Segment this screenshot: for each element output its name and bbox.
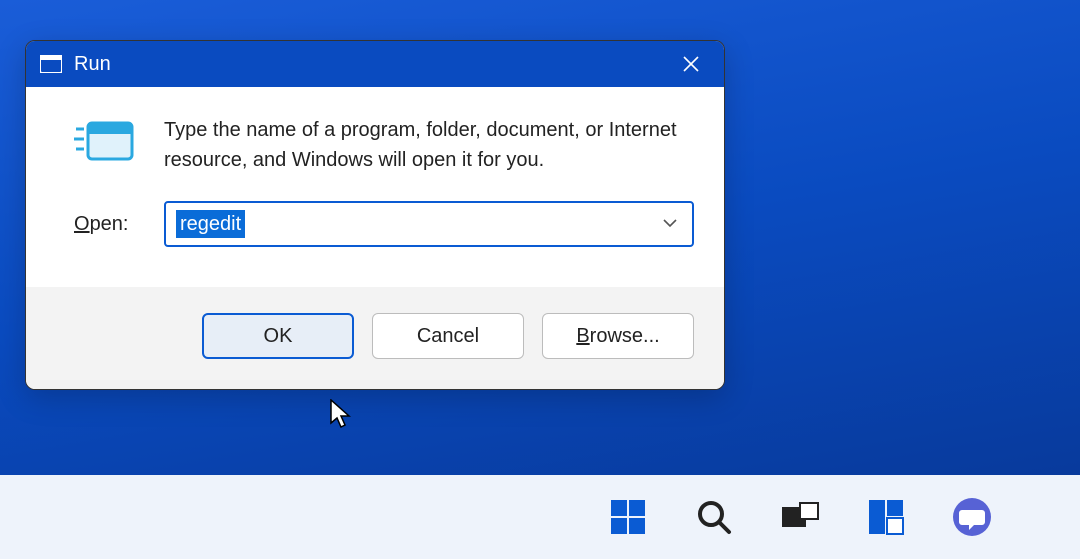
browse-button[interactable]: Browse... [542,313,694,359]
button-bar: OK Cancel Browse... [26,287,724,389]
search-icon [694,497,734,537]
run-dialog: Run Type the name of a program, fol [25,40,725,390]
browse-button-label: Browse... [576,325,659,348]
close-button[interactable] [666,44,716,84]
task-view-icon [780,497,820,537]
chat-button[interactable] [949,494,995,540]
run-icon [74,119,144,174]
ok-button-label: OK [264,325,293,348]
open-combobox[interactable]: regedit [164,201,694,247]
desktop-background: Run Type the name of a program, fol [0,0,1080,475]
dialog-body: Type the name of a program, folder, docu… [26,87,724,287]
search-button[interactable] [691,494,737,540]
start-button[interactable] [605,494,651,540]
dialog-description: Type the name of a program, folder, docu… [164,115,694,175]
windows-start-icon [608,497,648,537]
widgets-button[interactable] [863,494,909,540]
chat-icon [951,496,993,538]
open-input-value: regedit [176,210,245,238]
task-view-button[interactable] [777,494,823,540]
widgets-icon [866,497,906,537]
open-label: Open: [74,213,144,236]
chevron-down-icon[interactable] [662,215,678,233]
cancel-button[interactable]: Cancel [372,313,524,359]
mouse-cursor-icon [330,399,356,436]
ok-button[interactable]: OK [202,313,354,359]
run-titlebar-icon [40,55,62,73]
close-icon [681,54,701,74]
cancel-button-label: Cancel [417,325,479,348]
dialog-title: Run [74,53,111,76]
titlebar: Run [26,41,724,87]
titlebar-left: Run [40,53,111,76]
taskbar [0,475,1080,559]
